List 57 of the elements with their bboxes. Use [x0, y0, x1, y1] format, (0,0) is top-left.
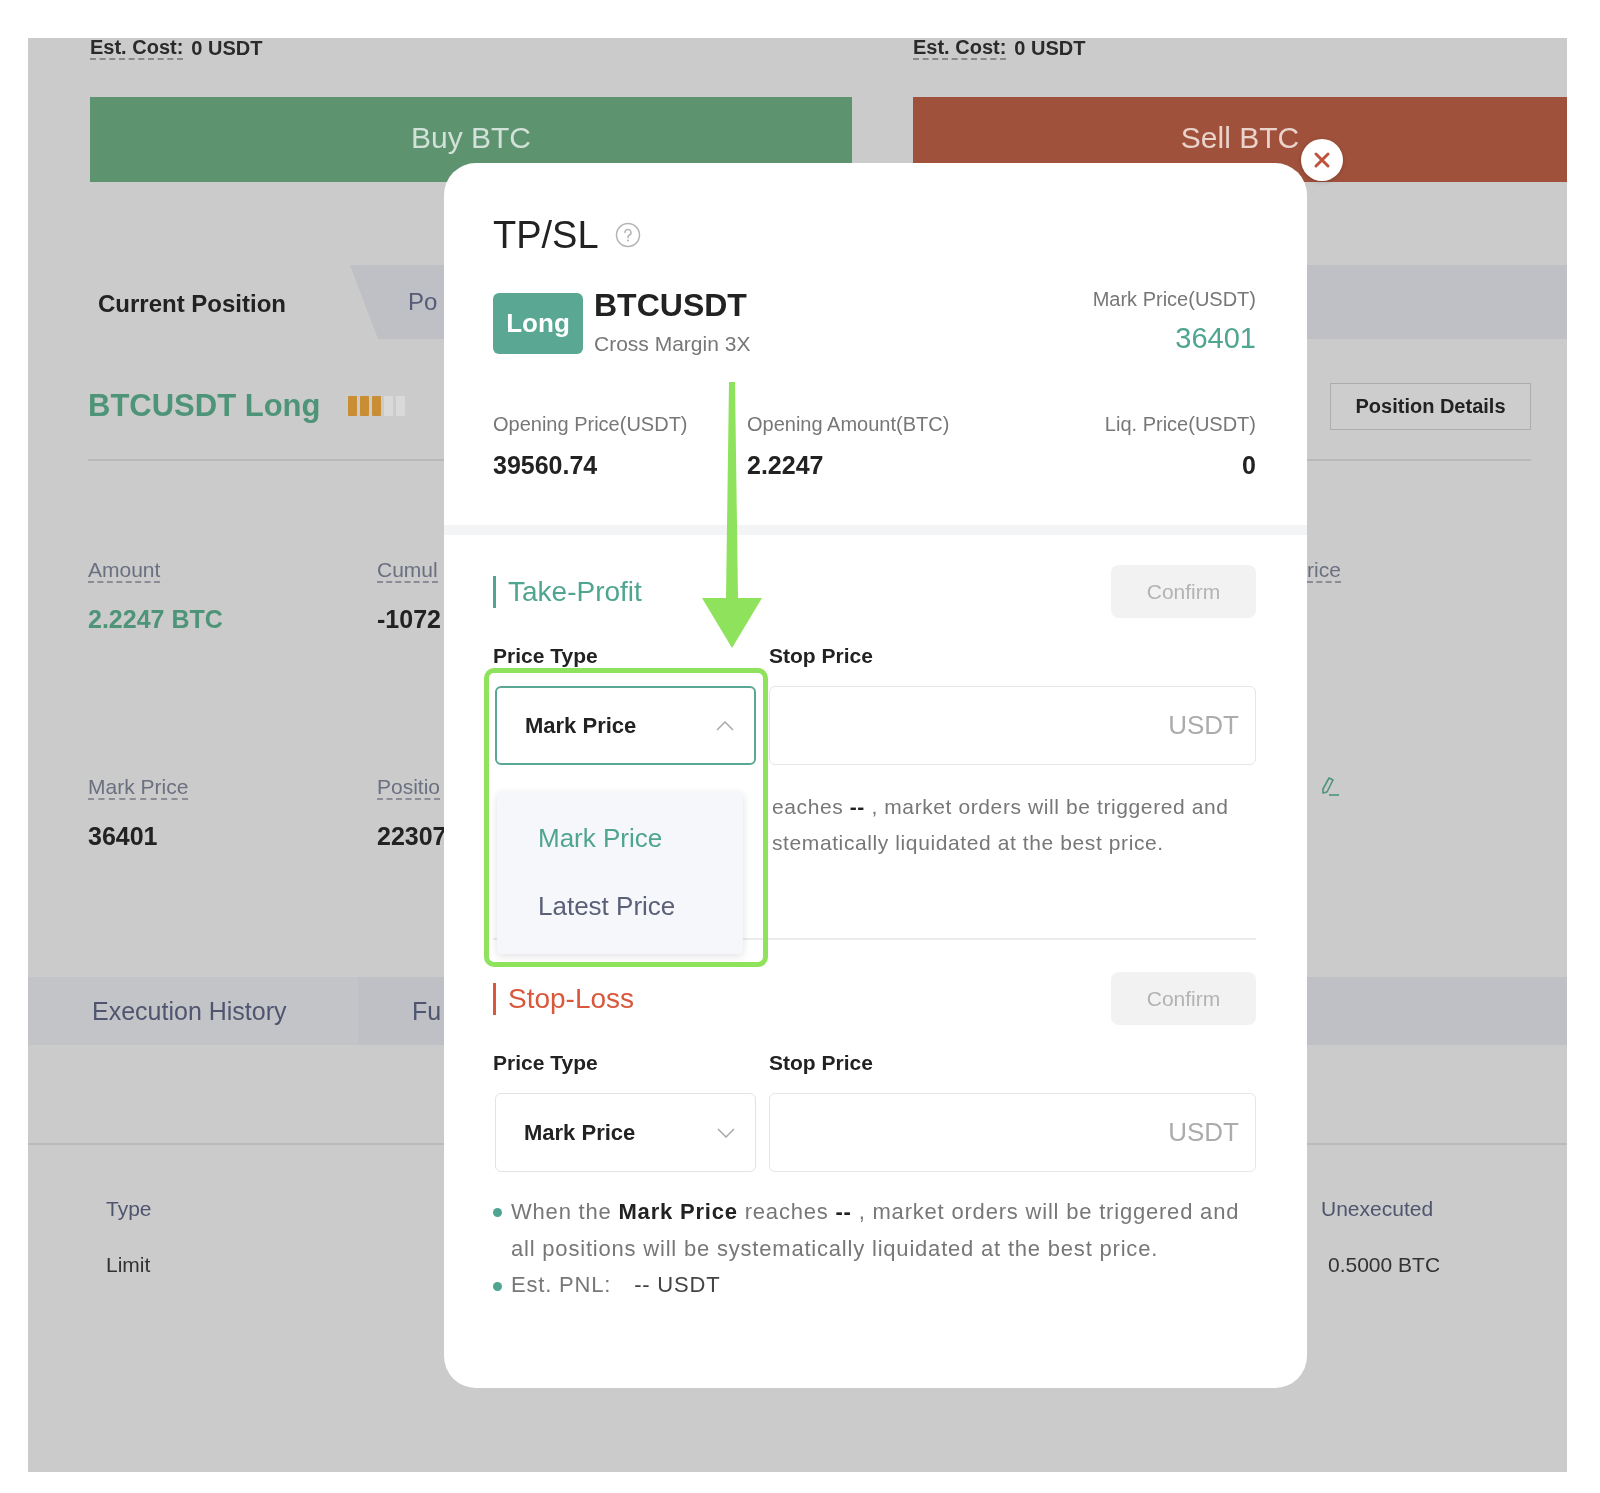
- mark-price-label: Mark Price(USDT): [1092, 287, 1256, 311]
- bars-icon: [348, 396, 406, 416]
- est-cost-label: Est. Cost:: [90, 38, 184, 60]
- column-header: Unexecuted: [1321, 1197, 1434, 1221]
- help-icon: [614, 222, 641, 248]
- stat-label: Liq. Price(USDT): [1104, 412, 1256, 436]
- stop-price-field[interactable]: USDT: [769, 686, 1256, 765]
- dropdown-option[interactable]: Mark Price: [497, 804, 743, 872]
- position-tab[interactable]: Po: [378, 265, 438, 339]
- stat-label: Mark Price: [88, 776, 189, 800]
- column-header: Type: [106, 1197, 152, 1221]
- pnl-label: Est. PNL:: [511, 1271, 612, 1299]
- bullet-dot-icon: [493, 1208, 502, 1217]
- stat-label: Opening Price(USDT): [493, 412, 688, 436]
- history-tab[interactable]: Execution History: [28, 977, 358, 1045]
- stat-label: Amount: [88, 559, 161, 583]
- field-label: Stop Price: [769, 644, 874, 668]
- field-label: Stop Price: [769, 1051, 874, 1075]
- stat-label: Positio: [377, 776, 441, 800]
- dialog-title: TP/SL: [493, 213, 599, 258]
- stat-value: 2.2247 BTC: [88, 604, 223, 635]
- stat-value: 2.2247: [747, 450, 824, 481]
- chevron-icon: [716, 720, 734, 731]
- price-type-select[interactable]: Mark Price: [495, 1093, 756, 1172]
- est-cost-label: Est. Cost:: [913, 38, 1007, 60]
- notice-text: eaches -- , market orders will be triggered and stematically liquidated at the best price.: [772, 794, 1230, 856]
- dropdown-option[interactable]: Latest Price: [497, 872, 743, 940]
- position-details-button[interactable]: Position Details: [1330, 382, 1531, 430]
- stop-loss-title: Stop-Loss: [493, 982, 635, 1015]
- stat-value: -1072: [377, 604, 441, 635]
- stat-value: 0: [1242, 450, 1256, 481]
- position-tab[interactable]: Current Position: [28, 265, 378, 339]
- margin-mode: Cross Margin 3X: [594, 331, 751, 357]
- est-cost-value: 0 USDT: [1014, 38, 1086, 60]
- stat-label: Cumul: [377, 559, 438, 583]
- field-label: Price Type: [493, 644, 599, 668]
- stat-value: 39560.74: [493, 450, 598, 481]
- field-label: Price Type: [493, 1051, 599, 1075]
- stop-price-field[interactable]: USDT: [769, 1093, 1256, 1172]
- stat-label: Opening Amount(BTC): [747, 412, 950, 436]
- notice-text: When the Mark Price reaches -- , market orders will be triggered and all positions will be systematically liquidated at the best price.: [511, 1198, 1241, 1263]
- symbol-name: BTCUSDT: [594, 287, 748, 323]
- chevron-icon: [717, 1127, 735, 1138]
- pnl-value: -- USDT: [634, 1271, 721, 1299]
- stat-value: 22307: [377, 821, 447, 852]
- history-tab[interactable]: Fu: [358, 977, 442, 1045]
- bullet-dot-icon: [493, 1282, 502, 1291]
- table-cell: 0.5000 BTC: [1328, 1253, 1441, 1277]
- take-profit-title: Take-Profit: [493, 575, 642, 608]
- pencil-icon: [1320, 776, 1340, 798]
- side-badge: Long: [493, 293, 583, 354]
- est-cost-value: 0 USDT: [191, 38, 263, 60]
- position-title: BTCUSDT Long: [88, 388, 321, 424]
- price-type-select[interactable]: Mark Price: [495, 686, 756, 765]
- mark-price-value: 36401: [1175, 323, 1256, 353]
- table-cell: Limit: [106, 1253, 151, 1277]
- stat-value: 36401: [88, 821, 158, 852]
